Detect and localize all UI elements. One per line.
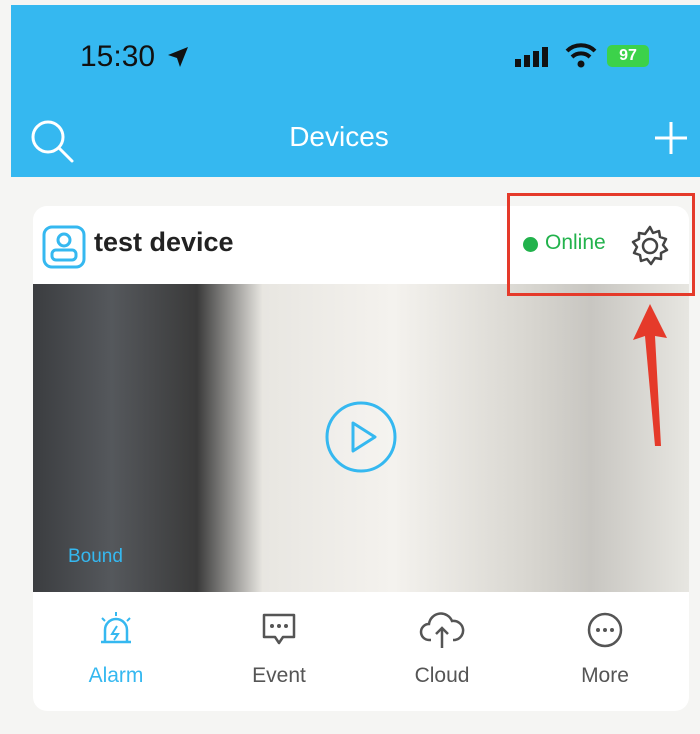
event-icon bbox=[262, 613, 296, 645]
status-time: 15:30 bbox=[80, 40, 156, 73]
alarm-icon bbox=[101, 612, 131, 644]
device-actions: Alarm Event Cloud More bbox=[33, 592, 689, 711]
page-title: Devices bbox=[289, 121, 389, 152]
add-icon[interactable] bbox=[653, 120, 689, 156]
more-label: More bbox=[581, 664, 629, 687]
wifi-icon bbox=[565, 43, 597, 68]
cloud-label: Cloud bbox=[414, 664, 470, 687]
signal-icon bbox=[515, 47, 548, 67]
alarm-label: Alarm bbox=[88, 664, 144, 687]
device-name: test device bbox=[94, 227, 234, 257]
annotation-arrow-icon bbox=[633, 304, 667, 446]
camera-device-icon bbox=[42, 225, 86, 269]
cloud-upload-icon bbox=[419, 612, 465, 648]
play-icon[interactable] bbox=[323, 399, 399, 475]
event-button[interactable]: Event bbox=[219, 610, 339, 688]
camera-preview[interactable]: Bound bbox=[33, 284, 689, 592]
bound-label: Bound bbox=[68, 546, 123, 567]
cloud-button[interactable]: Cloud bbox=[382, 610, 502, 688]
more-button[interactable]: More bbox=[545, 610, 665, 688]
battery-icon: 97 bbox=[607, 45, 649, 67]
more-icon bbox=[587, 612, 623, 648]
event-label: Event bbox=[252, 664, 306, 687]
annotation-highlight-box bbox=[507, 193, 695, 296]
location-arrow-icon bbox=[168, 47, 188, 67]
alarm-button[interactable]: Alarm bbox=[56, 610, 176, 688]
